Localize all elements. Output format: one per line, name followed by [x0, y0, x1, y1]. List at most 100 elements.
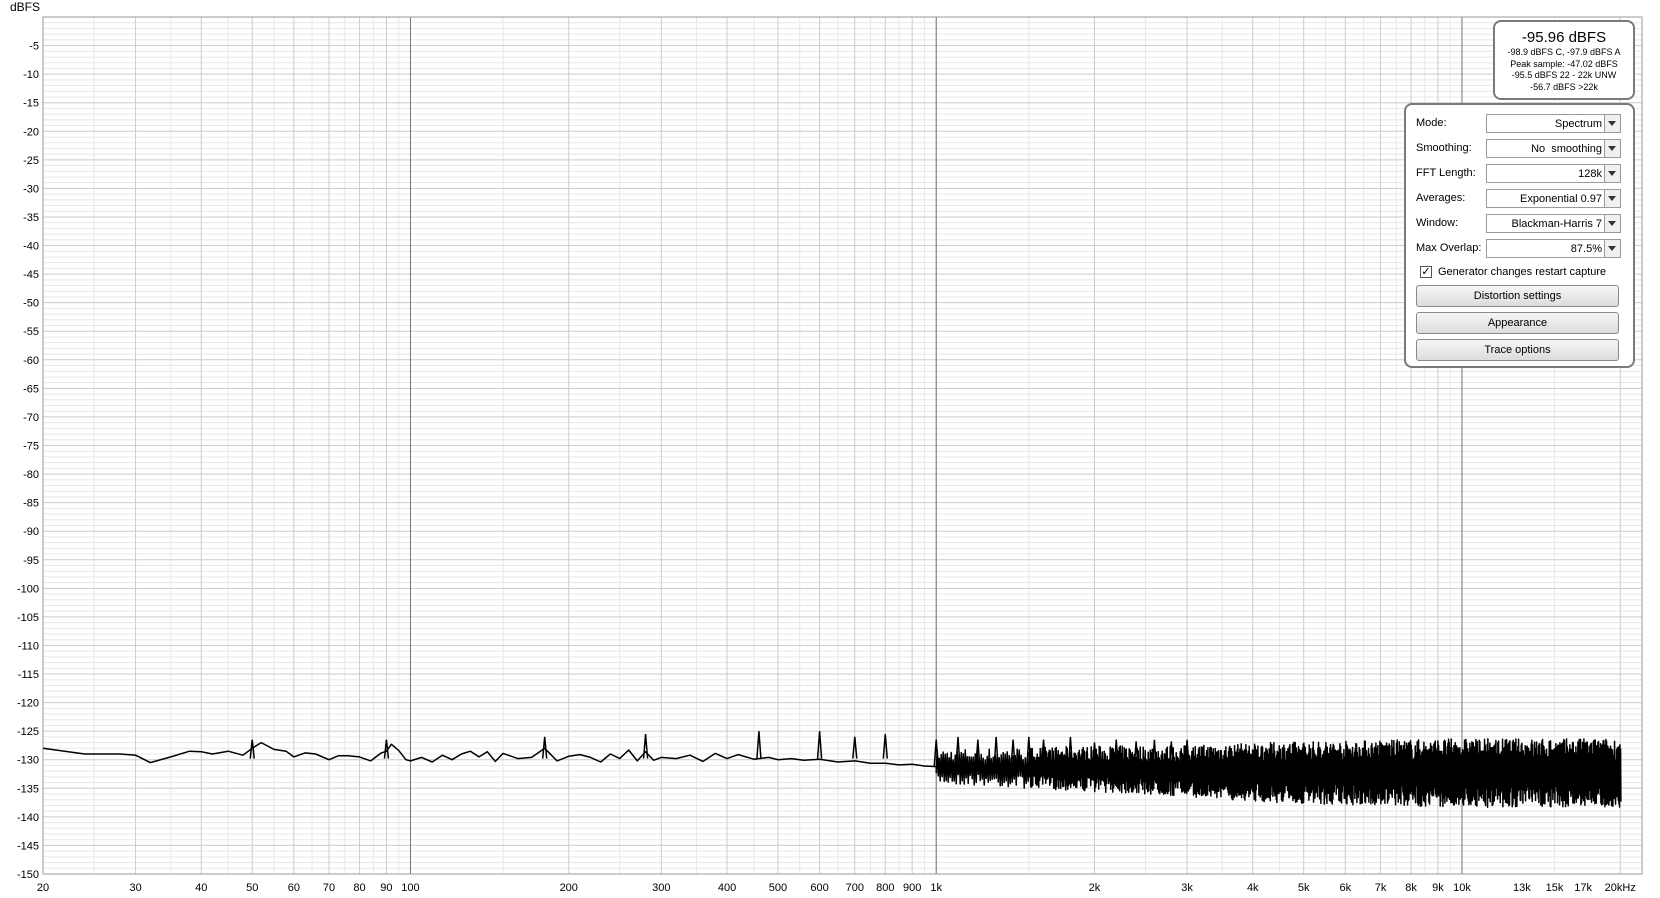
window-label: Window: [1416, 217, 1459, 229]
x-tick-label: 80 [353, 882, 365, 894]
y-tick-label: -145 [17, 840, 39, 852]
band-level-text: -95.5 dBFS 22 - 22k UNW [1511, 70, 1617, 80]
x-tick-label: 4k [1247, 882, 1259, 894]
x-tick-label: 1k [930, 882, 942, 894]
x-tick-label: 70 [323, 882, 335, 894]
x-tick-label: 30 [129, 882, 141, 894]
distortion-settings-button[interactable]: Distortion settings [1416, 285, 1619, 307]
y-tick-label: -65 [23, 383, 39, 395]
x-tick-label: 200 [560, 882, 578, 894]
mode-value: Spectrum [1554, 118, 1602, 130]
x-tick-label: 700 [846, 882, 864, 894]
max-overlap-label: Max Overlap: [1416, 242, 1482, 254]
smoothing-label: Smoothing: [1416, 142, 1472, 154]
x-tick-label: 600 [810, 882, 828, 894]
y-tick-label: -125 [17, 726, 39, 738]
y-tick-label: -105 [17, 612, 39, 624]
x-tick-label: 9k [1432, 882, 1444, 894]
y-tick-label: -20 [23, 126, 39, 138]
x-tick-label: 5k [1298, 882, 1310, 894]
y-tick-label: -150 [17, 869, 39, 881]
mode-label: Mode: [1416, 117, 1447, 129]
window-row: Window: Blackman-Harris 7 [1416, 214, 1626, 233]
fft-length-value: 128k [1578, 168, 1602, 180]
x-tick-label: 100 [401, 882, 419, 894]
level-readout-panel: -95.96 dBFS -98.9 dBFS C, -97.9 dBFS A P… [1493, 20, 1635, 100]
averages-row: Averages: Exponential 0.97 [1416, 189, 1626, 208]
x-tick-label: 17k [1574, 882, 1592, 894]
smoothing-value: No smoothing [1531, 143, 1602, 155]
y-tick-label: -135 [17, 783, 39, 795]
fft-length-label: FFT Length: [1416, 167, 1476, 179]
fft-length-row: FFT Length: 128k [1416, 164, 1626, 183]
x-tick-label: 900 [903, 882, 921, 894]
x-tick-label: 3k [1181, 882, 1193, 894]
y-tick-label: -80 [23, 469, 39, 481]
x-tick-label: 400 [718, 882, 736, 894]
y-tick-labels: -5 -10 -15 -20 -25 -30 -35 -40 -45 -50 -55 -60 -65 -7… [17, 41, 39, 881]
x-tick-label: 500 [769, 882, 787, 894]
weighted-level-text: -98.9 dBFS C, -97.9 dBFS A [1507, 47, 1621, 57]
max-overlap-value: 87.5% [1570, 243, 1602, 255]
trace-options-button[interactable]: Trace options [1416, 339, 1619, 361]
x-tick-label: 15k [1546, 882, 1564, 894]
averages-label: Averages: [1416, 192, 1466, 204]
y-tick-label: -140 [17, 812, 39, 824]
y-tick-label: -30 [23, 183, 39, 195]
y-tick-label: -25 [23, 155, 39, 167]
chevron-down-icon[interactable] [1604, 190, 1620, 207]
y-tick-label: -50 [23, 298, 39, 310]
x-tick-label: 8k [1405, 882, 1417, 894]
fft-length-select[interactable]: 128k [1486, 164, 1621, 183]
x-tick-label: 13k [1513, 882, 1531, 894]
x-tick-label: 50 [246, 882, 258, 894]
y-tick-label: -120 [17, 698, 39, 710]
y-tick-label: -70 [23, 412, 39, 424]
rms-level-value: -95.96 dBFS [1521, 29, 1607, 46]
max-overlap-row: Max Overlap: 87.5% [1416, 239, 1626, 258]
chevron-down-icon[interactable] [1604, 115, 1620, 132]
above-band-level-text: -56.7 dBFS >22k [1530, 81, 1598, 92]
x-tick-label: 10k [1453, 882, 1471, 894]
y-tick-label: -110 [18, 640, 39, 652]
generator-restart-label: Generator changes restart capture [1438, 266, 1607, 278]
y-tick-label: -90 [23, 526, 39, 538]
appearance-button[interactable]: Appearance [1416, 312, 1619, 334]
x-tick-label: 90 [380, 882, 392, 894]
chevron-down-icon[interactable] [1604, 140, 1620, 157]
chevron-down-icon[interactable] [1604, 165, 1620, 182]
y-tick-label: -40 [23, 241, 39, 253]
y-tick-label: -15 [23, 98, 39, 110]
x-tick-label: 7k [1375, 882, 1387, 894]
y-tick-label: -75 [23, 441, 39, 453]
smoothing-row: Smoothing: No smoothing [1416, 139, 1626, 158]
mode-row: Mode: Spectrum [1416, 114, 1626, 133]
peak-sample-text: Peak sample: -47.02 dBFS [1510, 58, 1618, 69]
y-tick-label: -45 [23, 269, 39, 281]
window-select[interactable]: Blackman-Harris 7 [1486, 214, 1621, 233]
chevron-down-icon[interactable] [1604, 215, 1620, 232]
averages-select[interactable]: Exponential 0.97 [1486, 189, 1621, 208]
y-tick-label: -10 [23, 69, 39, 81]
x-tick-label: 60 [288, 882, 300, 894]
x-tick-label: 6k [1340, 882, 1352, 894]
mode-select[interactable]: Spectrum [1486, 114, 1621, 133]
x-tick-label: 40 [195, 882, 207, 894]
max-overlap-select[interactable]: 87.5% [1486, 239, 1621, 258]
generator-restart-checkbox[interactable]: ✓ [1420, 266, 1432, 278]
y-tick-label: -5 [29, 41, 39, 53]
x-tick-label: 800 [876, 882, 894, 894]
averages-value: Exponential 0.97 [1520, 193, 1602, 205]
y-tick-label: -115 [18, 669, 39, 681]
window-value: Blackman-Harris 7 [1511, 218, 1602, 230]
x-tick-labels: 20 30 40 50 60 70 80 90 100 200 300 400 500 600 700 800… [37, 882, 1636, 894]
y-tick-label: -85 [23, 498, 39, 510]
chevron-down-icon[interactable] [1604, 240, 1620, 257]
y-tick-label: -95 [23, 555, 39, 567]
x-tick-label: 300 [652, 882, 670, 894]
y-tick-label: -100 [17, 583, 39, 595]
x-tick-label: 20kHz [1605, 882, 1636, 894]
smoothing-select[interactable]: No smoothing [1486, 139, 1621, 158]
generator-restart-option[interactable]: ✓ Generator changes restart capture [1420, 265, 1630, 281]
y-tick-label: -60 [23, 355, 39, 367]
